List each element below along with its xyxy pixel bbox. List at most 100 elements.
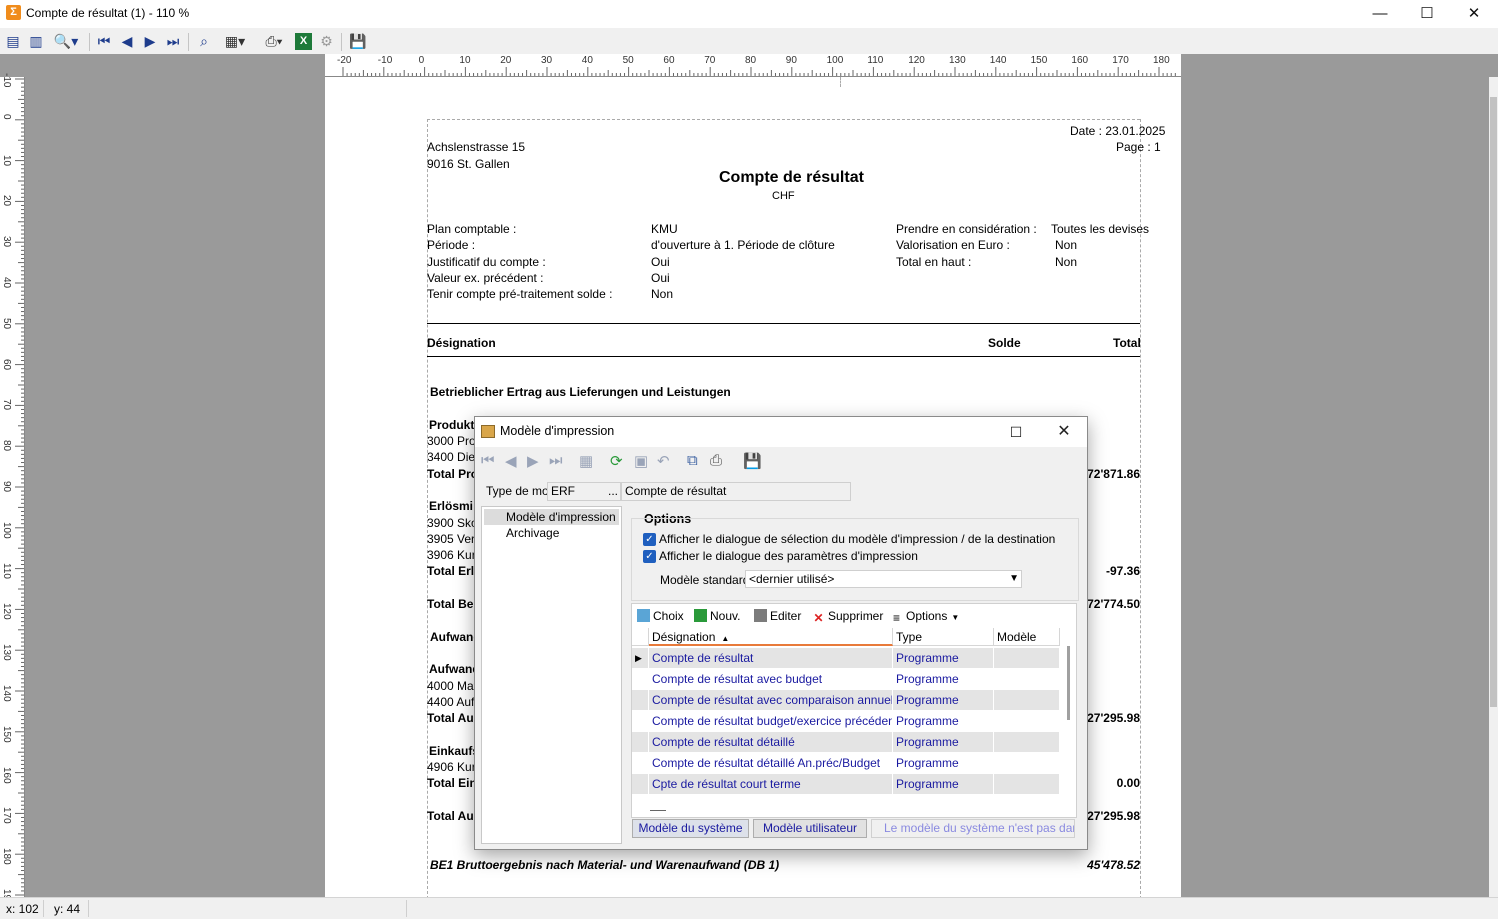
checkbox-label: Afficher le dialogue des paramètres d'im…: [659, 549, 918, 563]
page-view-icon[interactable]: ▤: [5, 33, 21, 50]
column-header-next-template[interactable]: Modèle suiva: [994, 628, 1060, 662]
tree-item-print-template[interactable]: Modèle d'impression: [506, 510, 616, 524]
choose-button[interactable]: Choix: [637, 609, 684, 623]
table-row[interactable]: Compte de résultat détaillé Programme: [632, 732, 1060, 753]
ruler-label: 50: [1, 317, 12, 329]
page-setup-dropdown-icon[interactable]: ▦▾: [219, 33, 251, 50]
ruler-label: 60: [1, 358, 12, 370]
table-row[interactable]: Compte de résultat avec budget Programme: [632, 669, 1060, 690]
find-icon[interactable]: ⌕: [195, 33, 213, 50]
previous-record-icon[interactable]: ◀: [505, 452, 517, 470]
minimize-button[interactable]: —: [1357, 0, 1403, 27]
ruler-label: 100: [826, 55, 844, 66]
next-record-icon[interactable]: ▶: [527, 452, 539, 470]
system-template-button[interactable]: Modèle du système: [632, 819, 749, 838]
first-page-icon[interactable]: ⏮: [95, 33, 113, 50]
print-icon[interactable]: ⎙: [710, 452, 722, 469]
cell-next-template: [994, 732, 1060, 753]
group-heading: Einkaufs: [429, 744, 480, 758]
first-record-icon[interactable]: ⏮: [481, 452, 495, 469]
checkbox-show-selection-dialog[interactable]: ✓: [643, 533, 656, 546]
last-record-icon[interactable]: ⏭: [549, 452, 563, 469]
checkbox-show-params-dialog[interactable]: ✓: [643, 550, 656, 563]
cell-next-template: [994, 753, 1060, 774]
edit-button[interactable]: Editer: [754, 609, 801, 623]
ruler-label: 0: [1, 113, 12, 120]
report-currency: CHF: [772, 190, 795, 202]
ruler-label: 160: [1071, 55, 1089, 66]
scrollbar-thumb[interactable]: [1490, 97, 1497, 707]
param-label: Plan comptable :: [427, 222, 517, 236]
cell-next-template: [994, 711, 1060, 732]
previous-page-icon[interactable]: ◀: [118, 33, 136, 50]
cell-next-template: [994, 774, 1060, 795]
account-row: 4400 Aufv: [427, 695, 481, 709]
ruler-label: 110: [1, 562, 12, 579]
horizontal-ruler: -20 -10 0 10 20 30 40 50 60 70 80 90 100 110 120 130 140…: [0, 54, 1498, 77]
address-line-1: Achslenstrasse 15: [427, 140, 526, 154]
close-button[interactable]: ✕: [1451, 0, 1497, 27]
table-row[interactable]: Compte de résultat détaillé An.préc/Budg…: [632, 753, 1060, 774]
dialog-close-button[interactable]: ✕: [1041, 417, 1087, 447]
total-row: Total Be: [427, 597, 474, 611]
total-row: Total Pro: [427, 467, 479, 481]
delete-button[interactable]: ✕ Supprimer: [812, 609, 883, 625]
type-browse-button[interactable]: ...: [608, 483, 618, 500]
ruler-label: 170: [1, 807, 12, 825]
user-template-button[interactable]: Modèle utilisateur: [753, 819, 867, 838]
ruler-label: 70: [704, 55, 716, 66]
last-page-icon[interactable]: ⏭: [164, 33, 182, 50]
next-page-icon[interactable]: ▶: [141, 33, 159, 50]
save-icon[interactable]: 💾: [349, 33, 366, 50]
address-line-2: 9016 St. Gallen: [427, 157, 510, 171]
table-row[interactable]: ▶ Compte de résultat Programme: [632, 648, 1060, 669]
param-label: Valeur ex. précédent :: [427, 271, 544, 285]
type-name-field: Compte de résultat: [621, 482, 851, 501]
sort-ascending-icon: ▲: [721, 634, 730, 643]
column-header-total: Total: [1113, 336, 1141, 350]
ruler-label: 10: [459, 55, 471, 66]
table-row[interactable]: Compte de résultat budget/exercice précé…: [632, 711, 1060, 732]
copy-icon[interactable]: ⧉: [687, 452, 698, 469]
vertical-scrollbar[interactable]: [1489, 77, 1498, 897]
options-menu-button[interactable]: ≡ Options ▼: [890, 609, 959, 625]
column-header-type[interactable]: Type: [893, 628, 994, 646]
maximize-button[interactable]: ☐: [1404, 0, 1450, 27]
column-header-designation[interactable]: Désignation ▲: [649, 628, 893, 646]
undo-icon[interactable]: ↶: [657, 452, 670, 470]
cell-type: Programme: [893, 690, 994, 711]
dialog-maximize-button[interactable]: ☐: [993, 417, 1039, 447]
type-code-field[interactable]: ERF ...: [547, 482, 621, 501]
menu-icon: ≡: [892, 611, 900, 625]
edit-icon: [754, 609, 767, 622]
total-row: Total Au: [427, 711, 474, 725]
cell-next-template: [994, 648, 1060, 669]
table-row[interactable]: Compte de résultat avec comparaison annu…: [632, 690, 1060, 711]
result-value: 45'478.52: [1087, 858, 1140, 872]
zoom-dropdown-icon[interactable]: 🔍▾: [51, 33, 81, 50]
print-dropdown-icon[interactable]: ⎙▾: [257, 33, 291, 50]
param-value: Non: [1055, 238, 1078, 252]
settings-gear-icon[interactable]: ⚙: [318, 33, 335, 50]
grid-scrollbar[interactable]: [1067, 646, 1070, 720]
new-button[interactable]: Nouv.: [694, 609, 740, 623]
total-row: Total Au: [427, 809, 474, 823]
table-icon[interactable]: ▦: [579, 452, 593, 470]
total-value: -27'295.98: [1083, 711, 1140, 725]
excel-export-icon[interactable]: X: [295, 33, 312, 50]
ruler-label: 10: [1, 154, 12, 166]
save-record-icon[interactable]: ▣: [634, 452, 648, 470]
total-row: Total Ein: [427, 776, 477, 790]
two-pages-icon[interactable]: ▥: [27, 33, 45, 50]
cell-type: Programme: [893, 753, 994, 774]
standard-template-select[interactable]: <dernier utilisé> ▼: [745, 570, 1022, 588]
refresh-icon[interactable]: ⟳: [610, 452, 623, 470]
cursor-y: y: 44: [54, 902, 81, 916]
table-row[interactable]: Cpte de résultat court terme Programme: [632, 774, 1060, 795]
preview-toolbar: ▤ ▥ 🔍▾ ⏮ ◀ ▶ ⏭ ⌕ ▦▾ ⎙▾ X ⚙ 💾: [0, 28, 1498, 55]
ruler-label: 80: [1, 440, 12, 452]
row-indicator: [632, 753, 649, 774]
dialog-save-icon[interactable]: 💾: [743, 452, 762, 470]
tree-item-archiving[interactable]: Archivage: [506, 526, 559, 540]
divider: [427, 356, 1140, 357]
